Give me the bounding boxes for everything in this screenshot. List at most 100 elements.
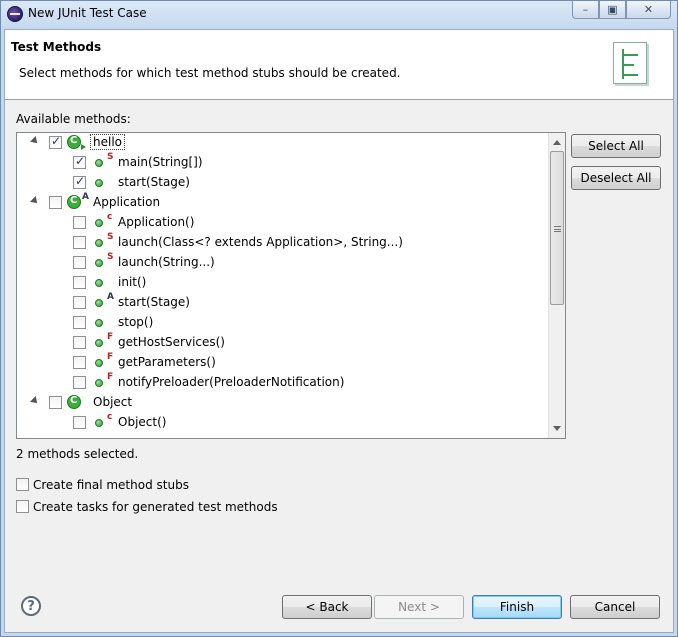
wizard-header: Test Methods Select methods for which te… <box>5 30 673 100</box>
public-method-icon <box>95 359 103 367</box>
expand-toggle-icon[interactable] <box>30 196 40 206</box>
tree-item-label: launch(Class<? extends Application>, Str… <box>118 235 403 249</box>
method-checkbox[interactable] <box>73 256 86 269</box>
tree-method-row[interactable]: stop() <box>17 313 547 333</box>
modifier-badge: c <box>107 412 113 422</box>
method-checkbox[interactable] <box>49 396 62 409</box>
tree-item-label: init() <box>118 275 147 289</box>
scroll-up-arrow-icon[interactable] <box>553 140 561 145</box>
public-method-icon <box>95 339 103 347</box>
method-checkbox[interactable] <box>73 236 86 249</box>
method-checkbox[interactable] <box>73 296 86 309</box>
tree-method-row[interactable]: Smain(String[]) <box>17 152 547 173</box>
method-checkbox[interactable] <box>49 134 62 149</box>
tree-method-row[interactable]: FnotifyPreloader(PreloaderNotification) <box>17 372 547 393</box>
method-checkbox[interactable] <box>73 154 86 169</box>
tree-item-label: hello <box>90 134 125 150</box>
create-tasks-label: Create tasks for generated test methods <box>33 500 278 514</box>
public-method-icon <box>95 179 103 187</box>
public-method-icon <box>95 219 103 227</box>
tree-item-label: Application <box>93 195 161 209</box>
modifier-badge: c <box>107 212 113 222</box>
tree-class-row[interactable]: A Application <box>17 192 547 213</box>
tree-item-label: launch(String...) <box>118 255 215 269</box>
tree-item-label: getParameters() <box>118 355 216 369</box>
public-method-icon <box>95 239 103 247</box>
tree-method-row[interactable]: c Object() <box>17 412 547 433</box>
method-checkbox[interactable] <box>73 376 86 389</box>
method-checkbox[interactable] <box>73 276 86 289</box>
public-method-icon <box>95 259 103 267</box>
close-button[interactable]: ✕ <box>626 1 671 19</box>
method-checkbox[interactable] <box>73 316 86 329</box>
method-checkbox[interactable] <box>73 216 86 229</box>
modifier-badge: S <box>107 232 114 242</box>
window-title: New JUnit Test Case <box>28 6 147 20</box>
dialog-body: Test Methods Select methods for which te… <box>4 29 674 633</box>
maximize-button[interactable]: ▣ <box>599 1 626 19</box>
scroll-down-arrow-icon[interactable] <box>553 426 561 431</box>
tree-method-row[interactable]: Slaunch(String...) <box>17 252 547 273</box>
public-method-icon <box>95 379 103 387</box>
title-bar[interactable]: New JUnit Test Case – ▣ ✕ <box>1 1 677 27</box>
method-checkbox[interactable] <box>73 336 86 349</box>
minimize-button[interactable]: – <box>572 1 599 19</box>
public-method-icon <box>95 419 103 427</box>
tree-item-label: notifyPreloader(PreloaderNotification) <box>118 375 345 389</box>
modifier-badge: A <box>82 192 89 202</box>
tree-method-row[interactable]: start(Stage) <box>17 173 547 193</box>
next-button[interactable]: Next > <box>374 595 464 619</box>
dialog-window: New JUnit Test Case – ▣ ✕ Test Methods S… <box>0 0 678 637</box>
available-methods-label: Available methods: <box>16 112 131 126</box>
minimize-icon: – <box>582 3 589 16</box>
tree-class-row[interactable]: hello <box>17 133 547 153</box>
scroll-thumb[interactable] <box>550 151 564 305</box>
grip-icon <box>554 226 561 232</box>
public-method-icon <box>95 279 103 287</box>
tree-method-row[interactable]: init() <box>17 273 547 293</box>
tree-method-row[interactable]: FgetParameters() <box>17 352 547 373</box>
method-checkbox[interactable] <box>73 174 86 189</box>
close-icon: ✕ <box>643 3 654 16</box>
public-method-icon <box>95 299 103 307</box>
tree-method-row[interactable]: Slaunch(Class<? extends Application>, St… <box>17 232 547 253</box>
tree-item-label: Application() <box>118 215 195 229</box>
modifier-badge: S <box>107 252 114 262</box>
expand-toggle-icon[interactable] <box>30 136 40 146</box>
create-tasks-checkbox[interactable] <box>16 500 29 513</box>
tree-item-label: stop() <box>118 315 154 329</box>
methods-tree[interactable]: c Object() Object FnotifyPreloader(Preloade… <box>16 132 566 439</box>
method-checkbox[interactable] <box>73 416 86 429</box>
tree-item-label: main(String[]) <box>118 155 203 169</box>
modifier-badge: S <box>107 152 114 162</box>
deselect-all-button[interactable]: Deselect All <box>571 166 661 190</box>
tree-method-row[interactable]: Astart(Stage) <box>17 292 547 313</box>
public-method-icon <box>95 159 103 167</box>
method-checkbox[interactable] <box>49 196 62 209</box>
cancel-button[interactable]: Cancel <box>570 595 660 619</box>
tree-scrollbar[interactable] <box>548 133 565 438</box>
tree-method-row[interactable]: c Application() <box>17 212 547 233</box>
tree-method-row[interactable]: FgetHostServices() <box>17 332 547 353</box>
select-all-button[interactable]: Select All <box>571 134 661 158</box>
maximize-icon: ▣ <box>607 3 618 16</box>
junit-wizard-icon <box>613 42 647 84</box>
eclipse-icon <box>7 6 23 22</box>
modifier-badge: F <box>107 372 114 382</box>
modifier-badge: F <box>107 352 114 362</box>
final-stubs-checkbox[interactable] <box>16 478 29 491</box>
method-checkbox[interactable] <box>73 356 86 369</box>
modifier-badge: F <box>107 332 114 342</box>
finish-button[interactable]: Finish <box>472 595 562 619</box>
page-description: Select methods for which test method stu… <box>19 66 401 80</box>
class-icon <box>67 395 81 409</box>
help-icon[interactable]: ? <box>21 596 41 616</box>
back-button[interactable]: < Back <box>282 595 372 619</box>
tree-class-row[interactable]: Object <box>17 393 547 413</box>
expand-toggle-icon[interactable] <box>30 396 40 406</box>
tree-item-label: start(Stage) <box>118 175 190 189</box>
tree-item-label: getHostServices() <box>118 335 225 349</box>
class-icon <box>67 135 81 149</box>
selection-status: 2 methods selected. <box>16 447 139 461</box>
tree-item-label: Object() <box>118 415 167 429</box>
